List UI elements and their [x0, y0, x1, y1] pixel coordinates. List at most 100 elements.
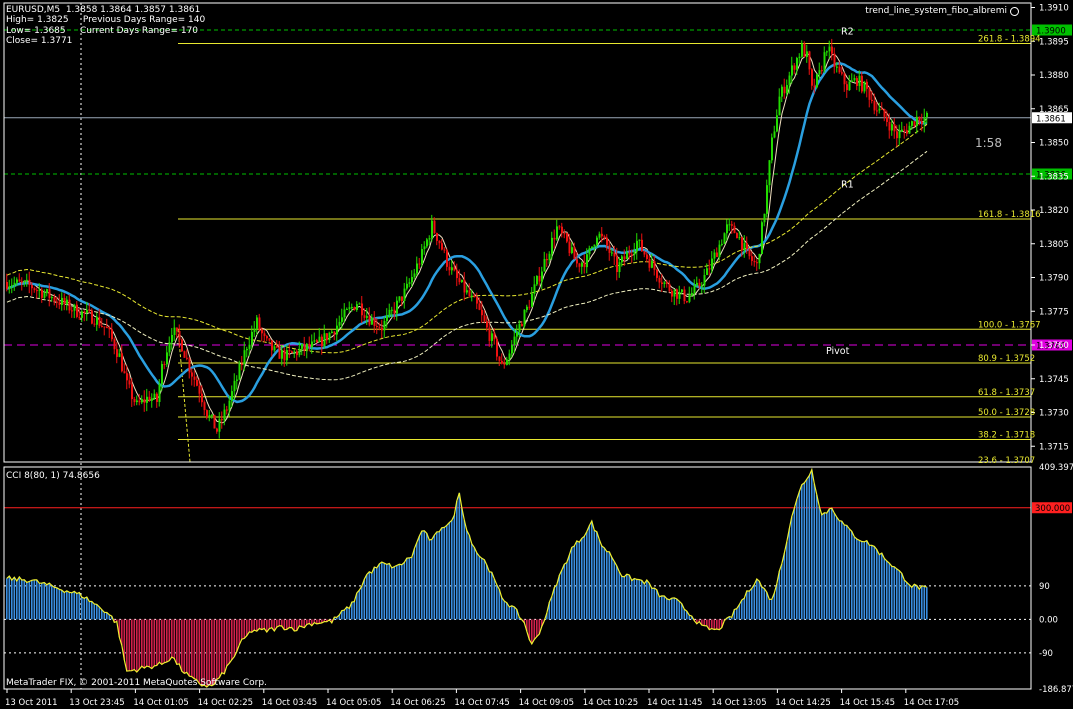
cci-bar	[423, 530, 426, 620]
candle-body	[553, 237, 556, 240]
time-tick-label: 14 Oct 15:45	[840, 698, 895, 708]
cci-bar	[566, 562, 568, 620]
candle-body	[306, 343, 308, 351]
time-tick-label: 14 Oct 06:25	[390, 698, 445, 708]
cci-bar	[673, 597, 676, 620]
candle-body	[56, 301, 58, 303]
annotation-label: R1	[841, 180, 854, 191]
candle-body	[403, 288, 406, 301]
candle-body	[158, 384, 161, 402]
cci-bar	[573, 545, 576, 620]
cci-bar	[488, 571, 491, 620]
candle-body	[708, 268, 711, 270]
cci-bar	[653, 588, 656, 620]
cci-bar	[18, 576, 21, 620]
cci-bar	[603, 547, 606, 620]
candle-body	[91, 310, 93, 324]
cci-bar	[661, 595, 663, 620]
candle-body	[213, 414, 216, 429]
candle-body	[876, 110, 878, 112]
cci-bar	[836, 517, 838, 620]
cci-bar	[678, 601, 681, 620]
cci-bar	[156, 619, 158, 666]
candle-body	[13, 282, 16, 286]
cci-bar	[881, 553, 883, 620]
candle-body	[206, 410, 208, 417]
candle-body	[648, 259, 651, 268]
candle-body	[43, 293, 46, 298]
candle-body	[893, 124, 896, 132]
candle-body	[608, 245, 611, 253]
fibo-label: 38.2 - 1.3718	[978, 431, 1035, 441]
candle-body	[878, 108, 881, 111]
cci-bar	[58, 589, 61, 620]
candle-body	[68, 299, 71, 311]
candle-body	[711, 258, 713, 270]
candle-body	[656, 269, 658, 278]
cci-bar	[51, 585, 53, 620]
candle-body	[181, 339, 183, 352]
candle-body	[326, 333, 328, 341]
cci-bar	[288, 619, 291, 628]
candle-body	[131, 384, 133, 400]
candle-body	[618, 262, 621, 273]
cci-bar	[913, 584, 916, 620]
candle-body	[691, 293, 693, 296]
price-tick-label: 1.3865	[1039, 105, 1069, 115]
candle-body	[498, 356, 501, 361]
candle-body	[486, 321, 488, 328]
candle-body	[731, 224, 733, 226]
time-tick-label: 13 Oct 23:45	[69, 698, 124, 708]
chart-axes: 1.39001.38611.38361.37601.39101.38951.38…	[3, 2, 1073, 708]
candle-body	[713, 252, 716, 259]
candle-body	[441, 243, 443, 250]
candle-body	[481, 309, 483, 316]
candle-body	[653, 261, 656, 270]
candle-body	[113, 339, 116, 350]
price-tick-label: 1.3850	[1039, 139, 1069, 149]
cci-bar	[76, 593, 78, 620]
time-tick-label: 14 Oct 02:25	[198, 698, 253, 708]
cci-bar	[476, 552, 478, 620]
candle-body	[886, 116, 888, 122]
time-tick-label: 14 Oct 17:05	[904, 698, 959, 708]
cci-bar	[48, 583, 51, 620]
cci-tick-label: 409.397	[1039, 463, 1073, 473]
candle-body	[268, 338, 271, 341]
candle-body	[743, 243, 746, 251]
candle-body	[603, 236, 606, 238]
candle-body	[488, 327, 491, 341]
cci-bar	[66, 590, 68, 620]
cci-bar	[98, 606, 101, 620]
candle-body	[453, 267, 456, 271]
candle-body	[658, 277, 661, 283]
candle-body	[313, 340, 316, 342]
cci-bar	[896, 568, 898, 620]
candle-body	[448, 266, 451, 271]
cci-bar	[291, 619, 293, 628]
cci-bar	[428, 539, 431, 620]
expert-indicator-label[interactable]: trend_line_system_fibo_albremi	[865, 6, 1019, 16]
cci-bar	[386, 564, 388, 620]
candle-body	[398, 296, 401, 301]
cci-bar	[568, 555, 571, 620]
candle-body	[518, 323, 521, 333]
candle-body	[18, 279, 21, 282]
symbol-ohlc: EURUSD,M5 1.3858 1.3864 1.3857 1.3861	[6, 5, 201, 15]
candle-body	[86, 309, 88, 313]
cci-bar	[466, 530, 468, 620]
candle-body	[263, 333, 266, 337]
candle-body	[208, 415, 211, 417]
candle-body	[353, 307, 356, 311]
candle-body	[746, 243, 748, 249]
cci-bar	[626, 574, 628, 620]
cci-bar	[711, 619, 713, 629]
candle-body	[856, 78, 858, 86]
cci-bar	[73, 591, 76, 620]
cci-bar	[618, 571, 621, 620]
candle-body	[233, 380, 236, 392]
cci-bar	[798, 491, 801, 620]
ma-slow-upper	[6, 123, 928, 354]
cci-bar	[771, 599, 773, 620]
price-tick-label: 1.3790	[1039, 274, 1069, 284]
